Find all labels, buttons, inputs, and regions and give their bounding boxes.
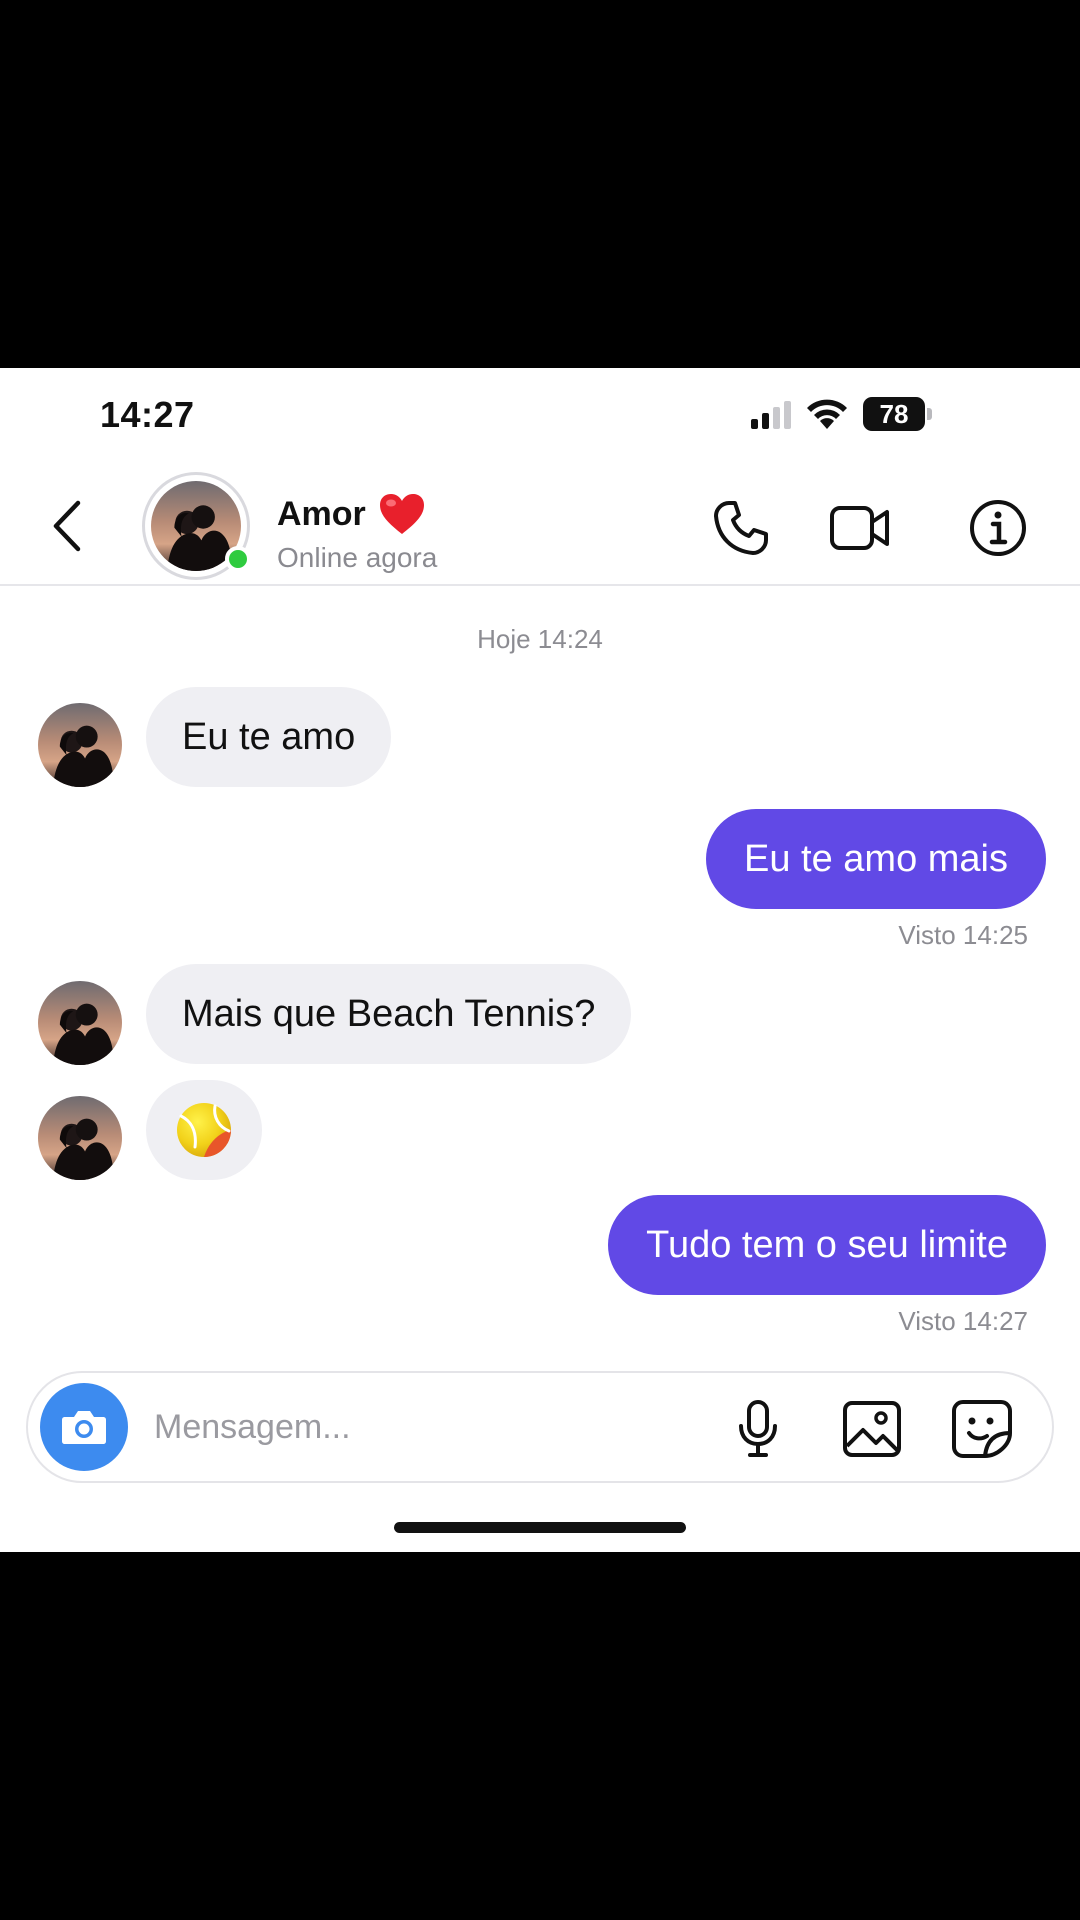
status-bar-icons: 78 (751, 394, 932, 434)
seen-receipt: Visto 14:27 (898, 1306, 1028, 1336)
message-text: Mais que Beach Tennis? (182, 992, 596, 1035)
online-indicator (225, 546, 251, 572)
contact-status: Online agora (277, 542, 438, 573)
chevron-left-icon (53, 500, 81, 552)
chat-header: Amor Online agora (0, 468, 1080, 586)
wifi-icon (807, 399, 847, 429)
red-heart-icon (379, 494, 424, 534)
sticker-icon (952, 1400, 1012, 1458)
camera-icon (62, 1411, 106, 1444)
message-text: Eu te amo (182, 715, 356, 758)
voice-call-button[interactable] (707, 494, 775, 562)
incoming-message-bubble[interactable]: Eu te amo (146, 687, 392, 787)
video-camera-icon (830, 506, 889, 550)
message-avatar[interactable] (38, 703, 122, 787)
camera-button[interactable] (40, 1383, 128, 1471)
message-text: Eu te amo mais (744, 837, 1008, 880)
message-input[interactable] (154, 1399, 654, 1455)
battery-level: 78 (863, 397, 925, 431)
contact-name[interactable]: Amor (277, 492, 426, 536)
back-button[interactable] (44, 496, 90, 556)
battery-icon: 78 (863, 397, 932, 431)
status-bar-time: 14:27 (100, 394, 195, 435)
info-button[interactable] (964, 494, 1032, 562)
incoming-emoji-bubble[interactable] (146, 1080, 262, 1180)
message-avatar[interactable] (38, 1096, 122, 1180)
video-call-button[interactable] (826, 494, 894, 562)
home-indicator[interactable] (394, 1522, 686, 1533)
chat-screen: 14:27 78 Amor Online agora Hoje 14:24 Eu… (0, 368, 1080, 1552)
gallery-button[interactable] (840, 1397, 904, 1461)
contact-name-text: Amor (277, 494, 366, 533)
tennis-ball-icon (177, 1103, 231, 1157)
outgoing-message-bubble[interactable]: Eu te amo mais (706, 809, 1046, 909)
outgoing-message-bubble[interactable]: Tudo tem o seu limite (608, 1195, 1046, 1295)
message-composer (26, 1371, 1054, 1483)
conversation-timestamp: Hoje 14:24 (477, 624, 603, 654)
image-icon (843, 1401, 901, 1457)
sticker-button[interactable] (950, 1397, 1014, 1461)
seen-receipt: Visto 14:25 (898, 920, 1028, 950)
phone-icon (714, 501, 768, 555)
message-avatar[interactable] (38, 981, 122, 1065)
cellular-signal-icon (751, 399, 791, 429)
info-icon (970, 500, 1026, 556)
microphone-icon (739, 1400, 777, 1457)
message-text: Tudo tem o seu limite (646, 1223, 1008, 1266)
incoming-message-bubble[interactable]: Mais que Beach Tennis? (146, 964, 632, 1064)
voice-message-button[interactable] (726, 1397, 790, 1461)
